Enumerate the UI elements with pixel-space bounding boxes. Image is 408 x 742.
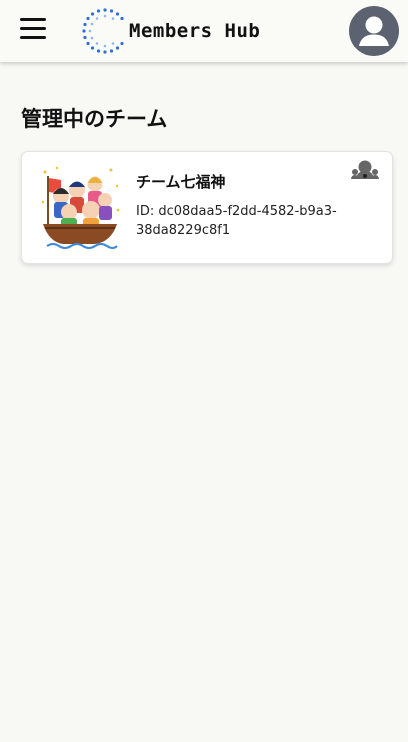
hamburger-menu-icon[interactable] bbox=[16, 13, 50, 45]
app-name: Members Hub bbox=[129, 20, 261, 42]
menu-bar-top bbox=[20, 18, 46, 21]
person-silhouette bbox=[359, 16, 389, 46]
app-root: Members Hub 管理中のチーム チーム七福神 ID: dc08daa5-… bbox=[0, 0, 408, 742]
menu-bar-middle bbox=[20, 27, 46, 30]
user-avatar-icon[interactable] bbox=[349, 6, 399, 56]
menu-bar-bottom bbox=[20, 36, 46, 39]
team-card[interactable]: チーム七福神 ID: dc08daa5-f2dd-4582-b9a3-38da8… bbox=[21, 151, 393, 264]
team-image bbox=[41, 166, 120, 249]
page-title: 管理中のチーム bbox=[21, 107, 168, 131]
team-name: チーム七福神 bbox=[136, 173, 226, 191]
brand-link[interactable]: Members Hub bbox=[80, 4, 260, 58]
team-id: ID: dc08daa5-f2dd-4582-b9a3-38da8229c8f1 bbox=[136, 204, 337, 238]
group-members-icon[interactable] bbox=[351, 158, 379, 180]
top-app-bar: Members Hub bbox=[0, 0, 408, 62]
logo-icon bbox=[82, 8, 124, 54]
